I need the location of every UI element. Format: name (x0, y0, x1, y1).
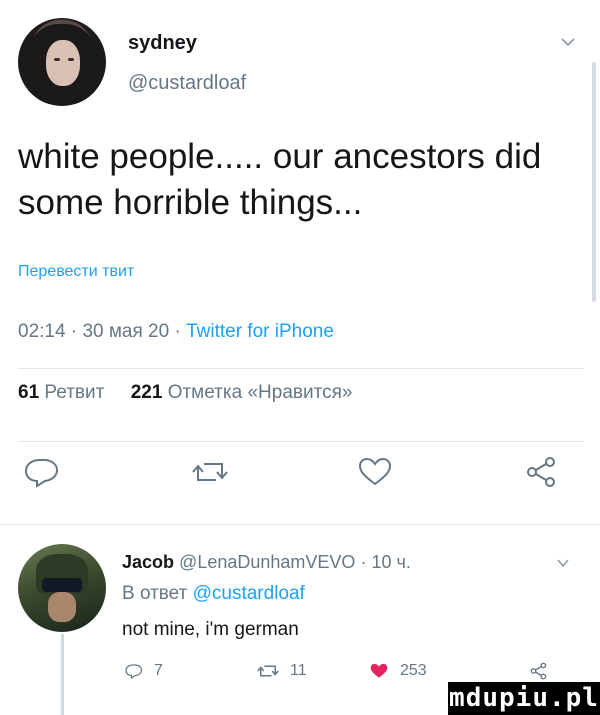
likes-stat[interactable]: 221 Отметка «Нравится» (131, 382, 353, 403)
reply-like-count: 253 (400, 662, 427, 679)
share-icon[interactable] (522, 456, 562, 488)
tweet-time: 02:14 (18, 321, 66, 342)
reply-count: 7 (154, 662, 163, 679)
tweet-meta: 02:14 · 30 мая 20 · Twitter for iPhone (18, 321, 334, 342)
tweet-date: 30 мая 20 (82, 321, 170, 342)
translate-tweet-link[interactable]: Перевести твит (18, 263, 134, 281)
reply-author-handle[interactable]: @LenaDunhamVEVO (179, 552, 355, 572)
reply-author-name[interactable]: Jacob (122, 552, 174, 572)
reply-time: 10 ч. (371, 552, 411, 572)
retweets-stat[interactable]: 61 Ретвит (18, 382, 104, 403)
tweet-source[interactable]: Twitter for iPhone (186, 321, 334, 342)
reply-icon (125, 664, 143, 680)
chevron-down-icon[interactable] (560, 34, 576, 50)
author-handle[interactable]: @custardloaf (128, 72, 246, 95)
author-name[interactable]: sydney (128, 32, 197, 55)
retweet-icon (257, 665, 279, 677)
divider (18, 368, 584, 369)
reply-share-action[interactable] (528, 660, 560, 682)
like-icon (370, 663, 388, 678)
divider (0, 524, 600, 525)
reply-author-avatar[interactable] (18, 544, 106, 632)
author-avatar[interactable] (18, 18, 106, 106)
thread-line (61, 634, 64, 715)
share-icon (530, 662, 547, 680)
reply-text: not mine, i'm german (122, 619, 299, 640)
chevron-down-icon[interactable] (556, 556, 570, 570)
reply-to-line: В ответ @custardloaf (122, 583, 305, 604)
reply-header: Jacob @LenaDunhamVEVO · 10 ч. (122, 552, 411, 572)
reply-retweet-action[interactable]: 11 (256, 660, 307, 682)
scrollbar[interactable] (592, 62, 596, 302)
retweet-icon[interactable] (190, 456, 230, 488)
reply-to-handle[interactable]: @custardloaf (193, 583, 305, 604)
divider (18, 441, 584, 442)
like-icon[interactable] (355, 456, 395, 488)
reply-like-action[interactable]: 253 (368, 660, 427, 682)
tweet-text: white people..... our ancestors did some… (18, 137, 542, 222)
tweet-stats: 61 Ретвит 221 Отметка «Нравится» (18, 382, 352, 404)
watermark-logo: mdupiu.pl (448, 682, 600, 715)
reply-reply-action[interactable]: 7 (124, 660, 163, 682)
reply-retweet-count: 11 (290, 662, 307, 679)
reply-icon[interactable] (22, 456, 62, 488)
